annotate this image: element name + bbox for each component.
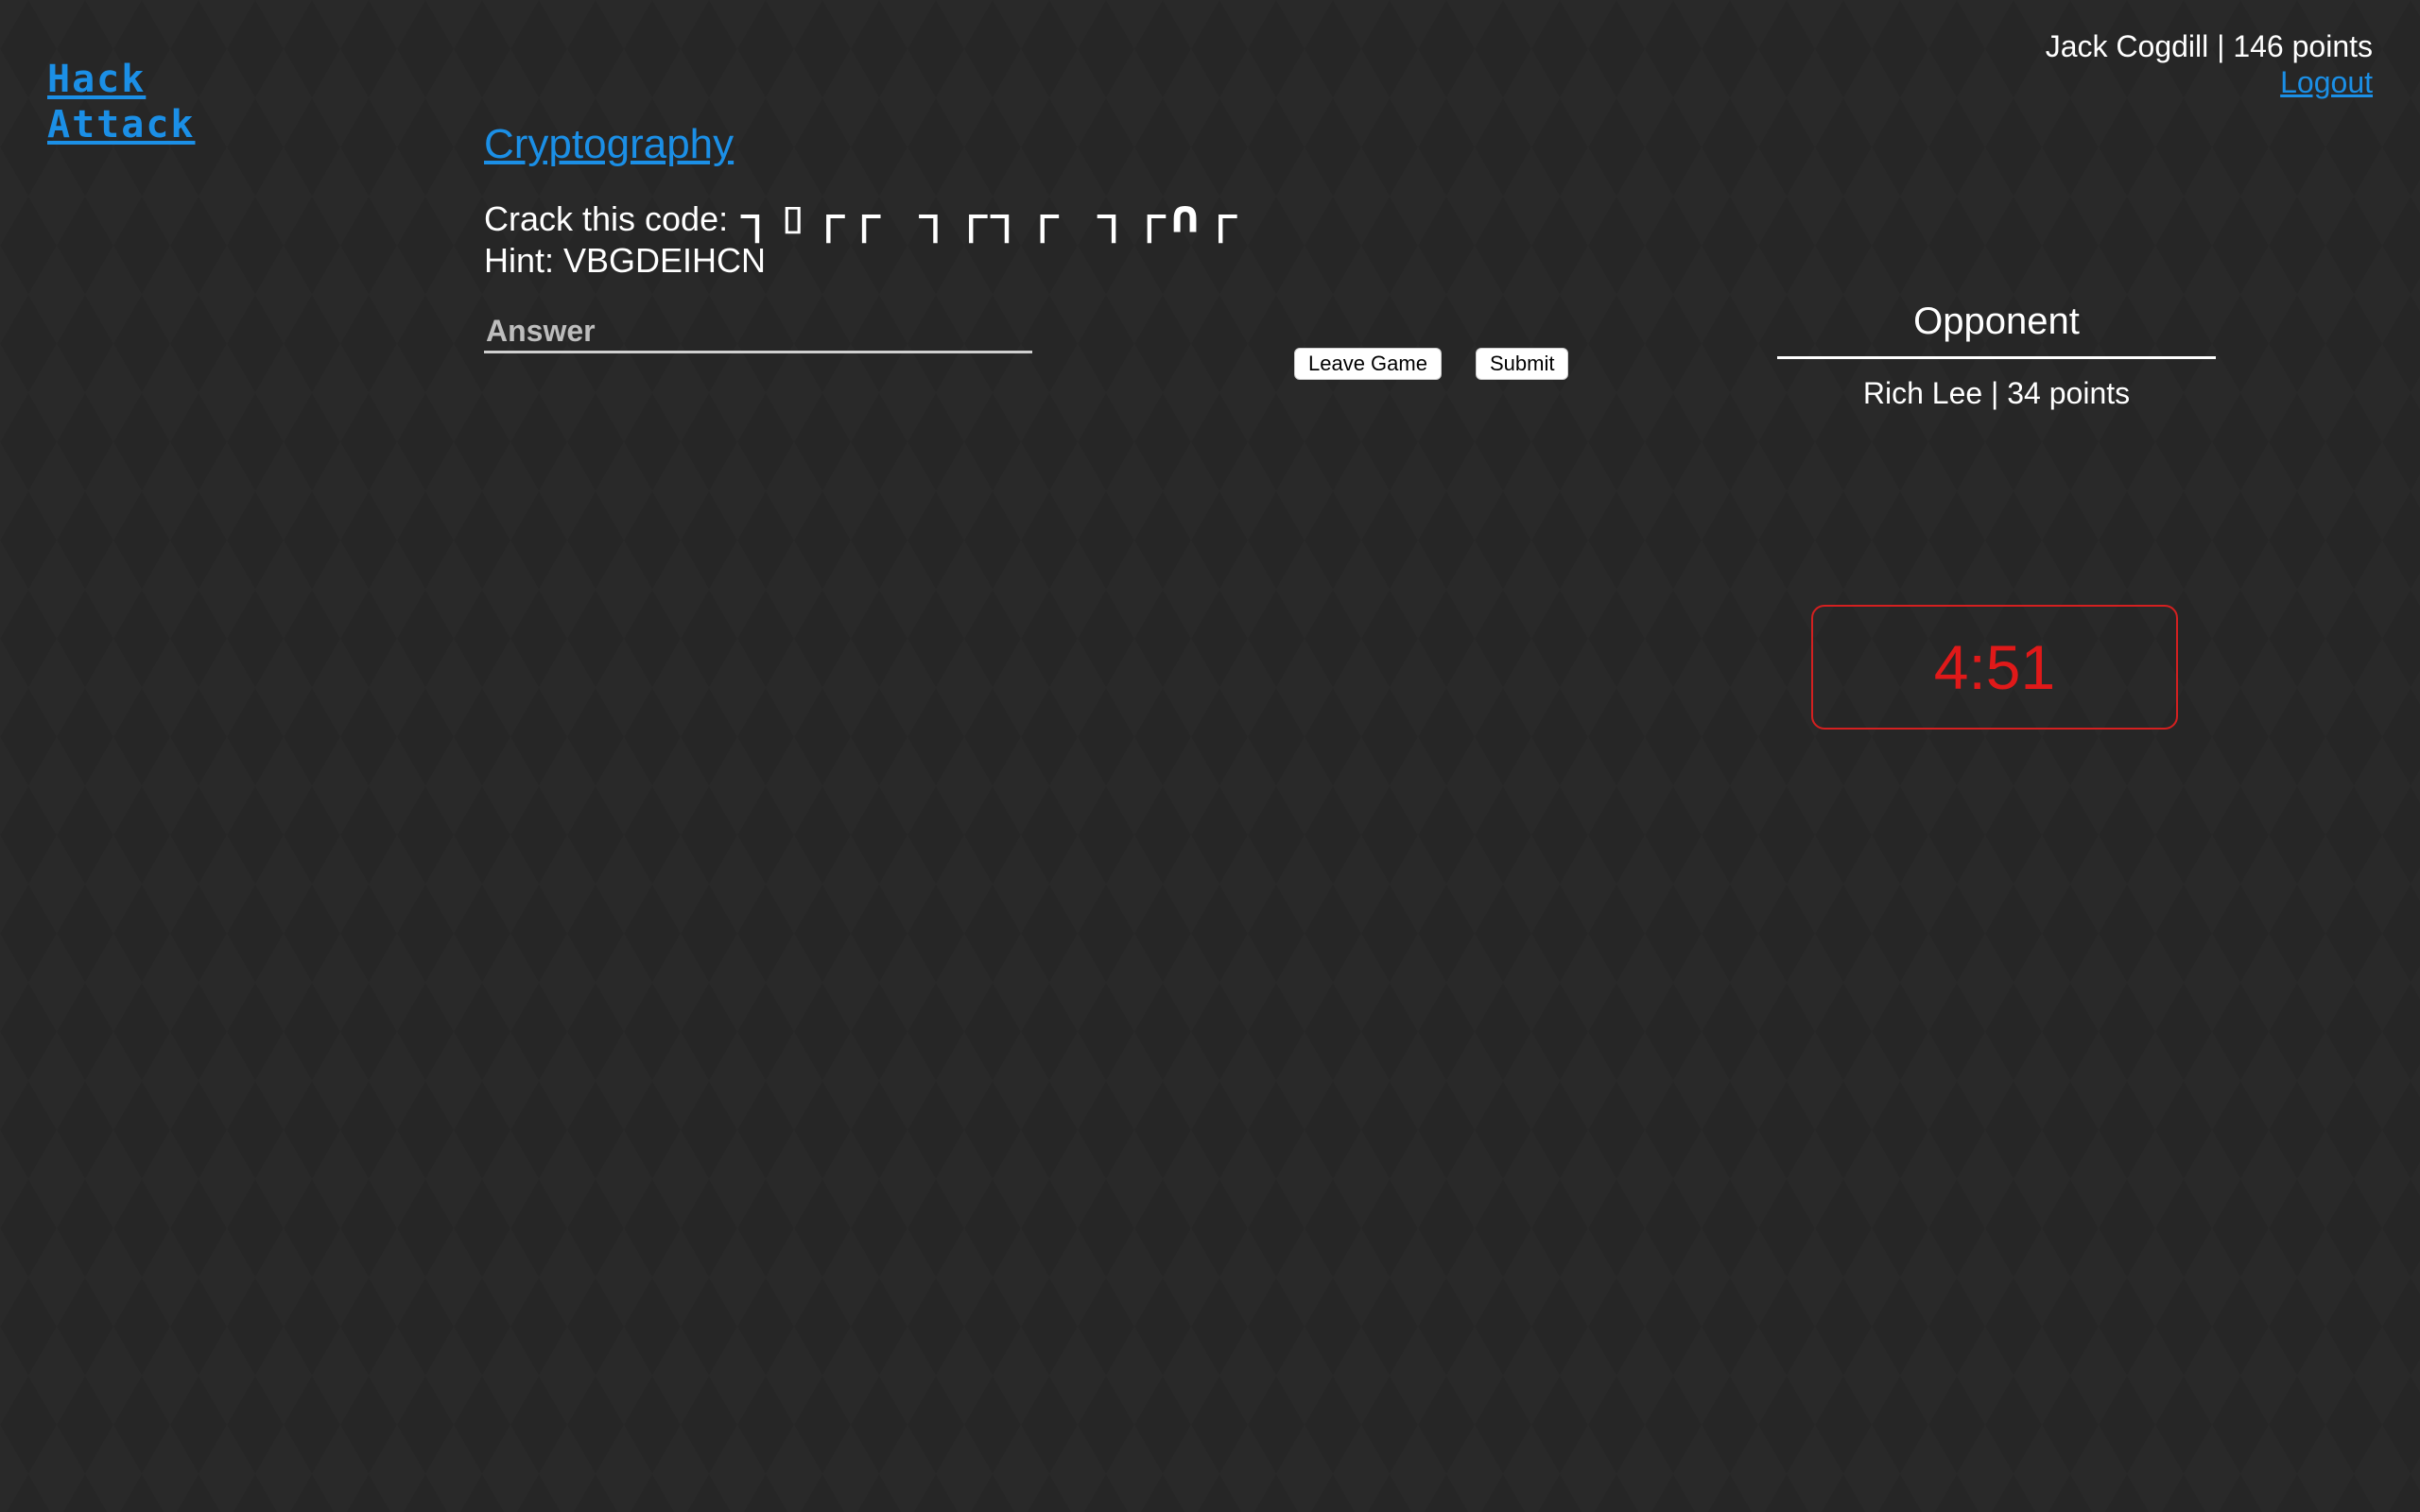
opponent-panel: Opponent Rich Lee | 34 points — [1777, 301, 2216, 411]
timer-value: 4:51 — [1933, 632, 2056, 702]
answer-input[interactable] — [484, 310, 1032, 353]
countdown-timer: 4:51 — [1811, 605, 2178, 730]
opponent-heading: Opponent — [1777, 301, 2216, 359]
user-panel: Jack Cogdill | 146 points Logout — [2046, 28, 2373, 100]
logout-link[interactable]: Logout — [2280, 64, 2373, 100]
challenge-prompt: Crack this code: — [484, 199, 729, 238]
challenge-hint: Hint: VBGDEIHCN — [484, 241, 767, 280]
opponent-info: Rich Lee | 34 points — [1862, 376, 2131, 410]
user-info: Jack Cogdill | 146 points — [2045, 29, 2373, 63]
category-link[interactable]: Cryptography — [484, 121, 734, 168]
logo-line-2: Attack — [47, 103, 196, 146]
logo-link[interactable]: Hack Attack — [47, 57, 196, 147]
leave-game-button[interactable]: Leave Game — [1294, 348, 1442, 380]
logo-line-1: Hack — [47, 58, 147, 101]
challenge-section: Crack this code: ┐▯┌┌ ┐┌┐┌ ┐┌∩┌ Hint: VB… — [484, 187, 1240, 282]
submit-button[interactable]: Submit — [1476, 348, 1569, 380]
cipher-code: ┐▯┌┌ ┐┌┐┌ ┐┌∩┌ — [741, 191, 1241, 244]
answer-field-wrapper — [484, 310, 1032, 353]
